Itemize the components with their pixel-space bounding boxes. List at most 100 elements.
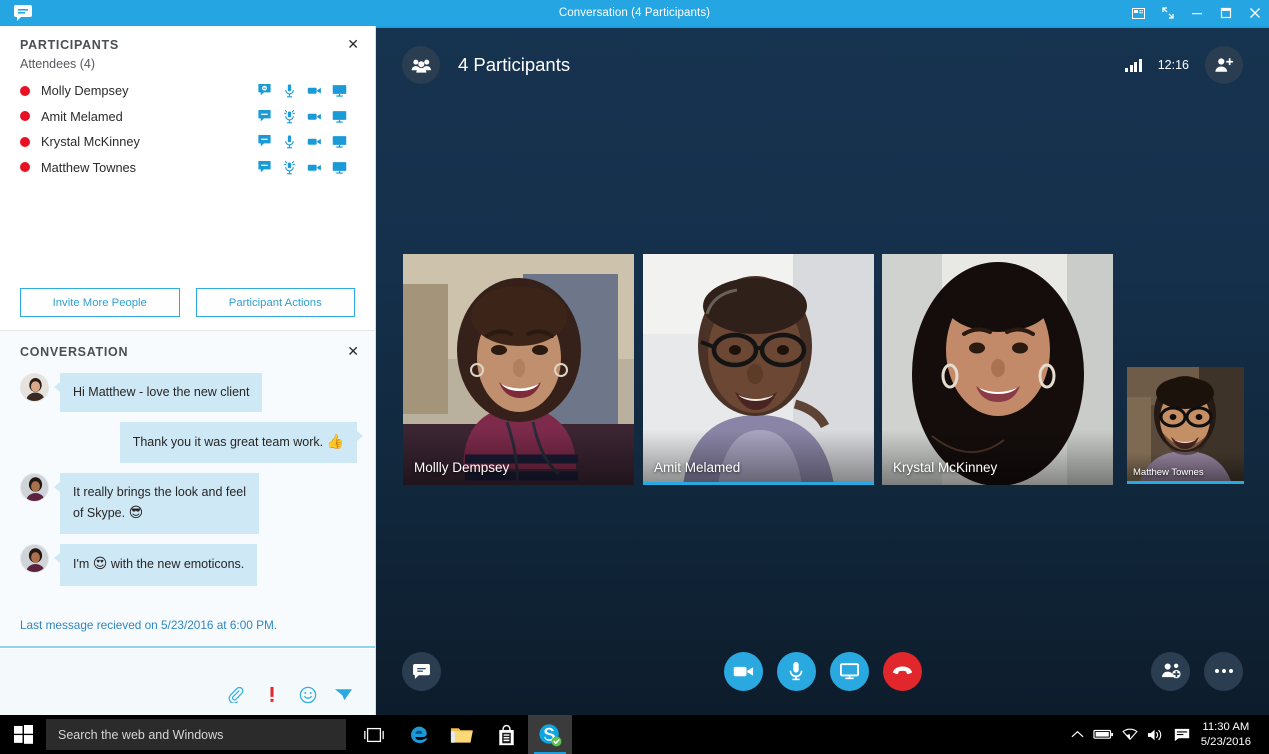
participant-action-buttons: Invite More People Participant Actions <box>0 288 375 317</box>
participant-name: Krystal McKinney <box>41 134 140 150</box>
more-options-icon[interactable] <box>1204 651 1243 691</box>
participant-name: Molly Dempsey <box>41 83 129 99</box>
minimize-button[interactable] <box>1182 0 1211 26</box>
window-title: Conversation (4 Participants) <box>558 7 711 19</box>
store-icon[interactable] <box>484 715 528 754</box>
participant-actions-button[interactable]: Participant Actions <box>195 288 355 317</box>
im-icon[interactable] <box>257 83 272 98</box>
taskbar-clock[interactable]: 11:30 AM 5/23/2016 <box>1195 720 1261 750</box>
screen-share-icon[interactable] <box>332 109 347 124</box>
call-controls-left <box>402 651 441 691</box>
taskbar-pinned-apps <box>352 715 572 754</box>
participant-row[interactable]: Krystal McKinney <box>0 129 375 155</box>
thumbs-up-emoji-icon: 👍 <box>326 433 344 450</box>
avatar <box>20 472 49 502</box>
participant-modality-icons <box>257 78 347 104</box>
attendees-count-label: Attendees (4) <box>20 57 96 71</box>
invite-more-people-button[interactable]: Invite More People <box>20 288 180 317</box>
screen-share-icon[interactable] <box>332 134 347 149</box>
skype-for-business-icon[interactable] <box>528 715 572 754</box>
participant-modality-icons <box>257 129 347 155</box>
last-message-note: Last message recieved on 5/23/2016 at 6:… <box>20 618 278 632</box>
close-button[interactable] <box>1240 0 1269 26</box>
screen-share-icon[interactable] <box>332 83 347 98</box>
active-speaker-indicator <box>643 482 874 485</box>
message-list: Hi Matthew - love the new client Thank y… <box>0 359 375 610</box>
file-explorer-icon[interactable] <box>440 715 484 754</box>
snap-layout-button[interactable] <box>1124 0 1153 26</box>
windows-start-icon[interactable] <box>0 715 46 754</box>
search-input[interactable]: Search the web and Windows <box>46 719 346 750</box>
sunglasses-emoji-icon: 😎 <box>128 505 144 522</box>
participant-row[interactable]: Molly Dempsey <box>0 78 375 104</box>
window-controls <box>1124 0 1269 26</box>
system-tray: 11:30 AM 5/23/2016 <box>1065 715 1269 754</box>
im-icon[interactable] <box>257 134 272 149</box>
title-bar: Conversation (4 Participants) <box>0 0 1269 26</box>
conversation-header: CONVERSATION ✕ <box>0 331 375 359</box>
message-bubble: Hi Matthew - love the new client <box>53 373 263 412</box>
video-tile[interactable]: Matthew Townes <box>1127 367 1244 484</box>
compose-toolbar <box>226 685 353 704</box>
mic-muted-icon[interactable] <box>282 109 297 124</box>
participant-row[interactable]: Amit Melamed <box>0 104 375 130</box>
message-item: It really brings the look and feel of Sky… <box>20 472 357 535</box>
im-icon[interactable] <box>402 651 441 691</box>
video-tile[interactable]: Mollly Dempsey <box>403 254 634 485</box>
participants-header: PARTICIPANTS ✕ <box>0 26 375 52</box>
battery-icon[interactable] <box>1091 715 1117 754</box>
call-controls-bar <box>376 627 1269 715</box>
message-item: Thank you it was great team work. 👍 <box>20 421 364 463</box>
video-camera-icon[interactable] <box>723 651 763 691</box>
present-screen-icon[interactable] <box>829 651 869 691</box>
end-call-icon[interactable] <box>882 651 922 691</box>
participants-section: PARTICIPANTS ✕ Attendees (4) Molly Demps… <box>0 26 375 331</box>
participant-row[interactable]: Matthew Townes <box>0 155 375 181</box>
video-tile[interactable]: Amit Melamed <box>643 254 874 485</box>
clock-time: 11:30 AM <box>1202 720 1250 733</box>
high-importance-icon[interactable] <box>262 685 281 704</box>
skype-for-business-window: Conversation (4 Participants) PARTICIPAN… <box>0 0 1269 754</box>
avatar <box>20 544 49 574</box>
maximize-button[interactable] <box>1211 0 1240 26</box>
mic-muted-icon[interactable] <box>282 160 297 175</box>
call-controls-right <box>1151 651 1243 691</box>
send-icon[interactable] <box>334 685 353 704</box>
video-tile[interactable]: Krystal McKinney <box>882 254 1113 485</box>
show-hidden-icons-icon[interactable] <box>1065 715 1091 754</box>
im-icon[interactable] <box>257 109 272 124</box>
video-icon[interactable] <box>307 160 322 175</box>
compose-area[interactable] <box>0 648 375 715</box>
emoticon-icon[interactable] <box>298 685 317 704</box>
restore-down-button[interactable] <box>1153 0 1182 26</box>
mic-on-icon[interactable] <box>282 134 297 149</box>
manage-participants-icon[interactable] <box>1151 651 1190 691</box>
task-view-icon[interactable] <box>352 715 396 754</box>
message-bubble: Thank you it was great team work. 👍 <box>119 421 364 463</box>
heart-eyes-emoji-icon: 😍 <box>92 556 108 573</box>
video-icon[interactable] <box>307 109 322 124</box>
participants-list: Molly Dempsey Amit Melamed Krystal McKin… <box>0 78 375 180</box>
participant-name: Matthew Townes <box>41 159 137 175</box>
attach-file-icon[interactable] <box>226 685 245 704</box>
conversation-title: CONVERSATION <box>20 345 129 359</box>
microphone-icon[interactable] <box>776 651 816 691</box>
edge-browser-icon[interactable] <box>396 715 440 754</box>
screen-share-icon[interactable] <box>332 160 347 175</box>
message-bubble: It really brings the look and feel of Sky… <box>53 472 260 535</box>
action-center-icon[interactable] <box>1169 715 1195 754</box>
call-controls-center <box>376 651 1269 691</box>
video-icon[interactable] <box>307 83 322 98</box>
volume-icon[interactable] <box>1143 715 1169 754</box>
close-conversation-icon[interactable]: ✕ <box>347 345 359 359</box>
message-item: I'm 😍 with the new emoticons. <box>20 544 357 586</box>
active-speaker-indicator <box>1127 481 1244 484</box>
video-tiles: Mollly Dempsey Amit Melamed Krystal McKi… <box>376 26 1269 715</box>
wifi-icon[interactable] <box>1117 715 1143 754</box>
video-tile-label: Matthew Townes <box>1133 467 1204 478</box>
im-icon[interactable] <box>257 160 272 175</box>
mic-on-icon[interactable] <box>282 83 297 98</box>
close-participants-icon[interactable]: ✕ <box>347 38 359 52</box>
video-icon[interactable] <box>307 134 322 149</box>
message-text-line2: of Skype. <box>73 506 126 521</box>
